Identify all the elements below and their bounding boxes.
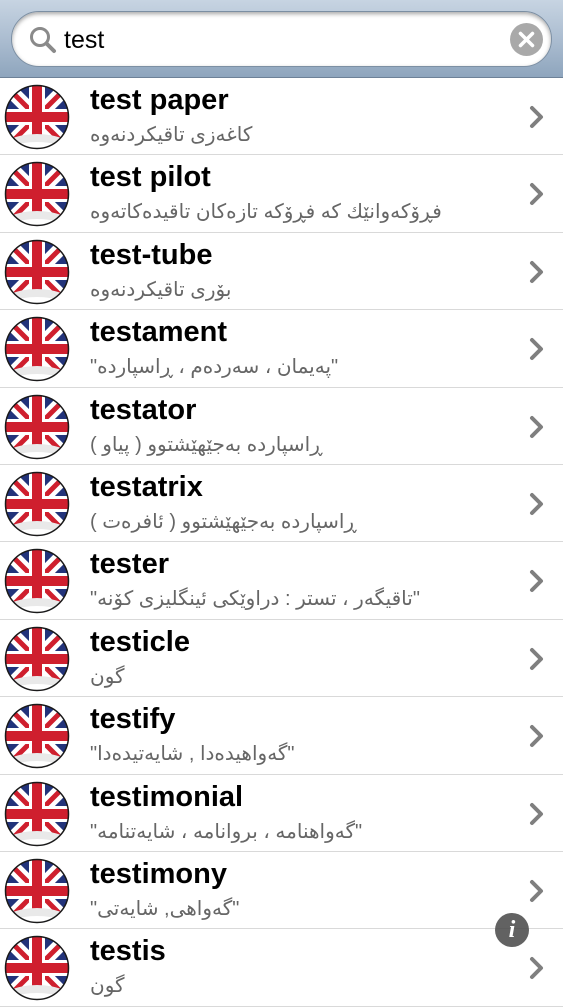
list-item[interactable]: testimony "گەواهی, شایەتی": [0, 851, 563, 930]
chevron-right-icon: [530, 183, 543, 206]
entry-word: testicle: [90, 625, 190, 658]
entry-word: tester: [90, 548, 169, 581]
entry-word: testator: [90, 393, 197, 426]
uk-flag-icon: [4, 84, 70, 150]
chevron-right-icon: [530, 725, 543, 748]
search-icon: [30, 27, 56, 53]
entry-translation: گون: [90, 975, 125, 998]
entry-word: testatrix: [90, 470, 203, 503]
list-item[interactable]: tester "تاقیگەر ، تستر : دراوێکی ئینگلیز…: [0, 542, 563, 620]
results-list: test paper کاغەزی تاقیکردنەوە test pilot…: [0, 78, 563, 1007]
uk-flag-icon: [4, 394, 70, 459]
entry-translation: "گەواهیدەدا , شایەتیدەدا": [90, 743, 295, 766]
uk-flag-icon: [4, 936, 70, 1001]
chevron-right-icon: [530, 106, 543, 128]
uk-flag-icon: [4, 162, 70, 227]
uk-flag-icon: [4, 626, 70, 691]
entry-translation: ڕاسپاردە بەجێهێشتوو ( پیاو ): [90, 433, 323, 456]
info-icon: i: [508, 917, 516, 943]
list-item[interactable]: test paper کاغەزی تاقیکردنەوە: [0, 78, 563, 156]
list-item[interactable]: testify "گەواهیدەدا , شایەتیدەدا": [0, 697, 563, 775]
entry-word: testimonial: [90, 780, 244, 813]
uk-flag-icon: [4, 239, 70, 305]
entry-translation: "پەیمان ، سەردەم ، ڕاسپاردە": [90, 356, 339, 379]
list-item[interactable]: test pilot فڕۆکەوانێك کە فڕۆکە تازەکان ت…: [0, 155, 563, 233]
clear-icon: [518, 31, 535, 48]
chevron-right-icon: [530, 415, 543, 438]
uk-flag-icon: [4, 703, 70, 769]
entry-translation: "تاقیگەر ، تستر : دراوێکی ئینگلیزی کۆنە": [90, 588, 420, 611]
chevron-right-icon: [530, 647, 543, 670]
entry-translation: "گەواهنامە ، بروانامە ، شایەتنامە": [90, 820, 363, 843]
search-input[interactable]: [64, 20, 494, 60]
entry-word: test pilot: [90, 161, 211, 194]
search-field[interactable]: [11, 11, 552, 67]
chevron-right-icon: [530, 338, 543, 361]
entry-word: testament: [90, 316, 227, 349]
uk-flag-icon: [4, 781, 70, 846]
entry-translation: فڕۆکەوانێك کە فڕۆکە تازەکان تاقیدەکاتەوە: [90, 201, 442, 224]
list-item[interactable]: testatrix ڕاسپاردە بەجێهێشتوو ( ئافرەت ): [0, 464, 563, 543]
list-item[interactable]: testicle گون: [0, 619, 563, 698]
entry-word: test paper: [90, 84, 229, 116]
entry-word: testis: [90, 935, 166, 968]
chevron-right-icon: [530, 260, 543, 283]
list-item[interactable]: test-tube بۆری تاقیکردنەوە: [0, 232, 563, 311]
entry-word: test-tube: [90, 238, 213, 271]
uk-flag-icon: [4, 316, 70, 382]
entry-translation: گون: [90, 665, 125, 688]
chevron-right-icon: [530, 492, 543, 515]
entry-translation: کاغەزی تاقیکردنەوە: [90, 124, 253, 146]
list-item[interactable]: testis گون: [0, 929, 563, 1007]
list-item[interactable]: testimonial "گەواهنامە ، بروانامە ، شایە…: [0, 774, 563, 852]
search-bar: [0, 0, 563, 78]
info-button[interactable]: i: [495, 913, 529, 947]
entry-translation: "گەواهی, شایەتی": [90, 897, 240, 920]
clear-button[interactable]: [510, 23, 543, 56]
chevron-right-icon: [530, 802, 543, 825]
list-item[interactable]: testament "پەیمان ، سەردەم ، ڕاسپاردە": [0, 310, 563, 388]
uk-flag-icon: [4, 549, 70, 614]
entry-word: testimony: [90, 857, 227, 890]
uk-flag-icon: [4, 471, 70, 537]
chevron-right-icon: [530, 957, 543, 980]
entry-translation: ڕاسپاردە بەجێهێشتوو ( ئافرەت ): [90, 510, 357, 533]
list-item[interactable]: testator ڕاسپاردە بەجێهێشتوو ( پیاو ): [0, 387, 563, 465]
chevron-right-icon: [530, 879, 543, 902]
uk-flag-icon: [4, 858, 70, 924]
entry-translation: بۆری تاقیکردنەوە: [90, 278, 232, 301]
entry-word: testify: [90, 703, 176, 736]
chevron-right-icon: [530, 570, 543, 593]
